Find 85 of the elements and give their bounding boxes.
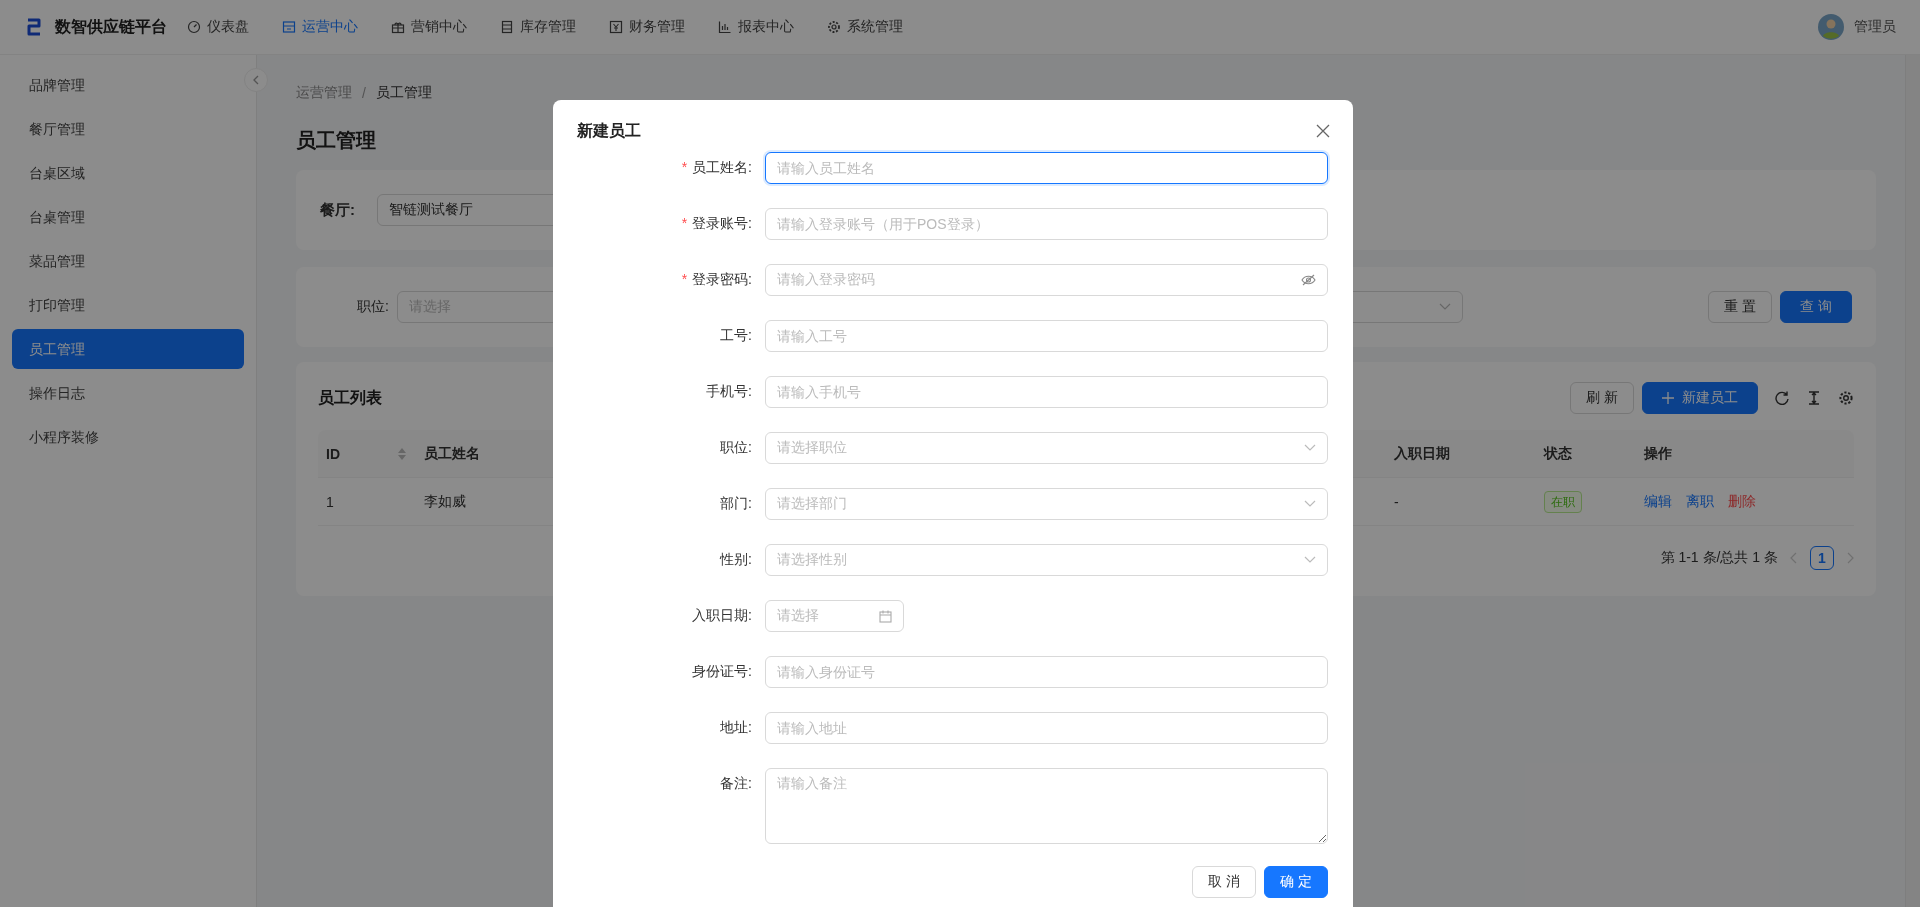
column-header: 员工姓名 [424, 444, 481, 463]
nav-tab[interactable]: 财务管理 [609, 18, 685, 36]
cancel-button[interactable]: 取 消 [1192, 866, 1257, 898]
column-header: 操作 [1644, 444, 1673, 463]
collapse-button[interactable] [244, 68, 268, 92]
confirm-button[interactable]: 确 定 [1264, 866, 1328, 898]
calendar-icon [879, 609, 892, 623]
chevron-icon [1304, 500, 1316, 508]
column-header: 入职日期 [1394, 444, 1451, 463]
nav-tab[interactable]: 报表中心 [718, 18, 794, 36]
field-label: 餐厅: [320, 200, 355, 220]
settings-icon[interactable] [1838, 390, 1854, 406]
nav-tab[interactable]: 营销中心 [391, 18, 467, 36]
bar-chart-icon [718, 20, 732, 34]
close-icon[interactable] [1316, 124, 1330, 138]
row-height-icon[interactable] [1806, 390, 1822, 406]
breadcrumb-current: 员工管理 [375, 84, 432, 102]
chevron-left-icon [252, 75, 260, 85]
field-label: 性别: [720, 551, 752, 569]
field-label: 部门: [720, 495, 752, 513]
sidebar-item[interactable]: 员工管理 [12, 329, 244, 369]
sort-icon[interactable] [398, 447, 406, 460]
logo-icon [25, 17, 43, 37]
gauge-icon [187, 20, 201, 34]
field-label: 地址: [720, 719, 752, 737]
chevron-icon [1304, 556, 1316, 564]
nav-tab[interactable]: 库存管理 [500, 18, 576, 36]
action-link[interactable]: 编辑 [1644, 492, 1672, 511]
sidebar-item[interactable]: 品牌管理 [12, 65, 244, 105]
sidebar-item[interactable]: 操作日志 [12, 373, 244, 413]
plus-icon [1662, 392, 1674, 404]
table-cell: 李如威 [424, 492, 466, 511]
reset-button[interactable]: 重 置 [1708, 291, 1773, 323]
chevron-icon [1438, 303, 1451, 311]
action-link[interactable]: 删除 [1728, 492, 1756, 511]
field-label: 职位: [720, 439, 752, 457]
previous-page-icon[interactable] [1790, 552, 1798, 564]
eye-slash-icon[interactable] [1301, 274, 1316, 286]
yen-icon [609, 20, 623, 34]
field-label: * 登录账号: [681, 215, 752, 233]
table-cell: - [1394, 493, 1399, 510]
user-name[interactable]: 管理员 [1854, 18, 1896, 36]
refresh-button[interactable]: 刷 新 [1570, 382, 1634, 414]
list-icon [500, 20, 514, 34]
gift-icon [391, 20, 405, 34]
reload-icon[interactable] [1774, 390, 1790, 406]
next-page-icon[interactable] [1846, 552, 1854, 564]
sidebar-item[interactable]: 菜品管理 [12, 241, 244, 281]
table-cell: 1 [326, 493, 334, 510]
nav-tab[interactable]: 仪表盘 [187, 18, 249, 36]
breadcrumb-separator: / [362, 85, 366, 101]
sidebar-item[interactable]: 打印管理 [12, 285, 244, 325]
page-title: 员工管理 [296, 128, 376, 153]
field-label: 职位: [357, 298, 389, 316]
field-label: * 登录密码: [681, 271, 752, 289]
sidebar-item[interactable]: 台桌区域 [12, 153, 244, 193]
store-icon [282, 20, 296, 34]
nav-tab[interactable]: 系统管理 [827, 18, 903, 36]
avatar-icon[interactable] [1818, 14, 1844, 40]
list-title: 员工列表 [318, 387, 382, 408]
field-label: 工号: [720, 327, 752, 345]
notes-field[interactable]: 请输入备注 [765, 768, 1328, 844]
settings-icon [827, 20, 841, 34]
field-label: 入职日期: [692, 607, 752, 625]
breadcrumb-link[interactable]: 运营管理 [296, 84, 352, 102]
sidebar-item[interactable]: 台桌管理 [12, 197, 244, 237]
add-button[interactable]: 新建员工 [1642, 382, 1758, 414]
status-tag: 在职 [1544, 490, 1582, 513]
query-button[interactable]: 查 询 [1780, 291, 1852, 323]
sidebar-item[interactable]: 餐厅管理 [12, 109, 244, 149]
field-label: 身份证号: [692, 663, 752, 681]
sidebar-item[interactable]: 小程序装修 [12, 417, 244, 457]
page-button[interactable]: 1 [1810, 546, 1834, 570]
input-field[interactable]: 请输入员工姓名 [765, 152, 1328, 184]
pagination-summary: 第 1-1 条/总共 1 条 [1660, 549, 1778, 567]
field-label: 备注: [720, 775, 752, 793]
field-label: * 员工姓名: [681, 159, 752, 177]
dialog-title: 新建员工 [577, 120, 641, 141]
column-header[interactable]: ID [326, 445, 406, 462]
action-link[interactable]: 离职 [1686, 492, 1714, 511]
column-header: 状态 [1544, 444, 1573, 463]
chevron-icon [1304, 444, 1316, 452]
app-title: 数智供应链平台 [55, 16, 167, 37]
field-label: 手机号: [706, 383, 752, 401]
nav-tab[interactable]: 运营中心 [282, 18, 358, 36]
